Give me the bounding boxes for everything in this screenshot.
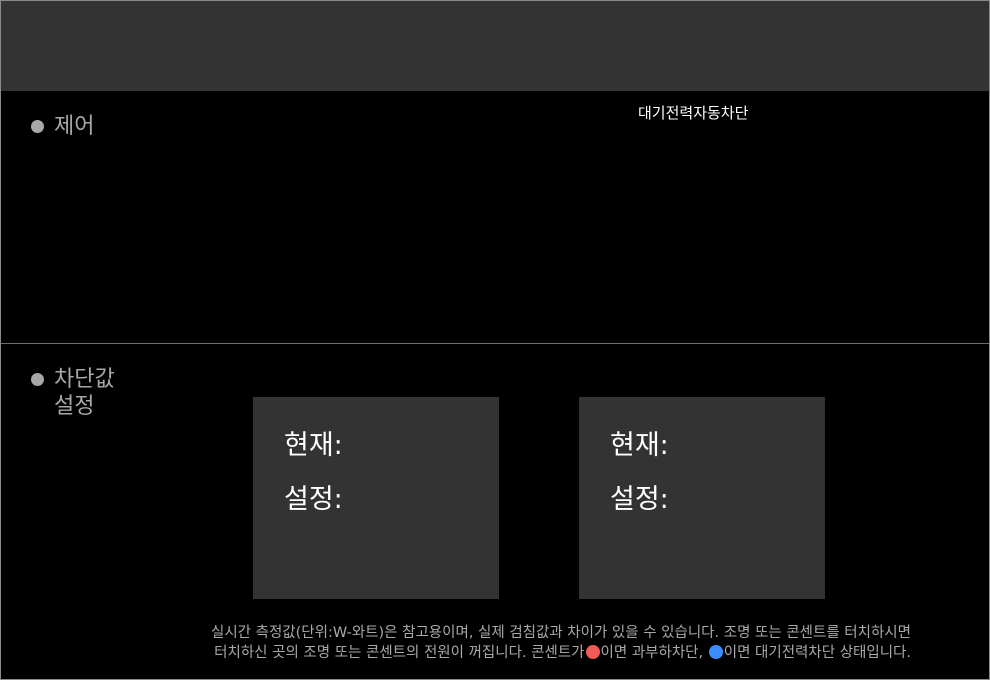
- setting-label: 설정:: [610, 484, 669, 515]
- current-label: 현재:: [610, 430, 669, 461]
- threshold-title-label: 차단값 설정: [54, 366, 124, 420]
- threshold-section-title: 차단값 설정: [31, 366, 124, 420]
- current-row: 현재:: [610, 423, 669, 462]
- notice-line-2: 터치하신 곳의 조명 또는 콘센트의 전원이 꺼집니다. 콘센트가 이면 과부하차…: [211, 643, 911, 663]
- standby-blue-dot-icon: [708, 645, 723, 659]
- threshold-title-line1: 차단값: [54, 367, 115, 392]
- notice-text-c: 이면 대기전력차단 상태입니다.: [723, 645, 911, 661]
- setting-label: 설정:: [284, 484, 343, 515]
- setting-row: 설정:: [284, 477, 343, 516]
- app-frame: 제어 대기전력자동차단 차단값 설정 현재: 설정: 현재: 설정: 실시간 측…: [0, 0, 990, 680]
- notice-text-a: 터치하신 곳의 조명 또는 콘센트의 전원이 꺼집니다. 콘센트가: [214, 645, 585, 661]
- control-section: 제어 대기전력자동차단: [1, 91, 989, 344]
- standby-cutoff-label: 대기전력자동차단: [638, 104, 749, 122]
- notice-text-b: 이면 과부하차단,: [600, 645, 704, 661]
- threshold-card-2[interactable]: 현재: 설정:: [579, 397, 825, 599]
- usage-notice: 실시간 측정값(단위:W-와트)은 참고용이며, 실제 검침값과 차이가 있을 …: [211, 623, 911, 663]
- notice-line-1: 실시간 측정값(단위:W-와트)은 참고용이며, 실제 검침값과 차이가 있을 …: [210, 625, 911, 641]
- threshold-section: 차단값 설정 현재: 설정: 현재: 설정: 실시간 측정값(단위:W-와트)은…: [1, 344, 989, 679]
- bullet-icon: [31, 120, 44, 133]
- current-row: 현재:: [284, 423, 343, 462]
- control-title-label: 제어: [54, 114, 95, 139]
- current-label: 현재:: [284, 430, 343, 461]
- threshold-title-line2: 설정: [54, 394, 95, 419]
- overload-red-dot-icon: [585, 645, 600, 659]
- threshold-card-1[interactable]: 현재: 설정:: [253, 397, 499, 599]
- setting-row: 설정:: [610, 477, 669, 516]
- control-section-title: 제어: [31, 113, 124, 140]
- bullet-icon: [31, 373, 44, 386]
- top-bar: [1, 1, 989, 91]
